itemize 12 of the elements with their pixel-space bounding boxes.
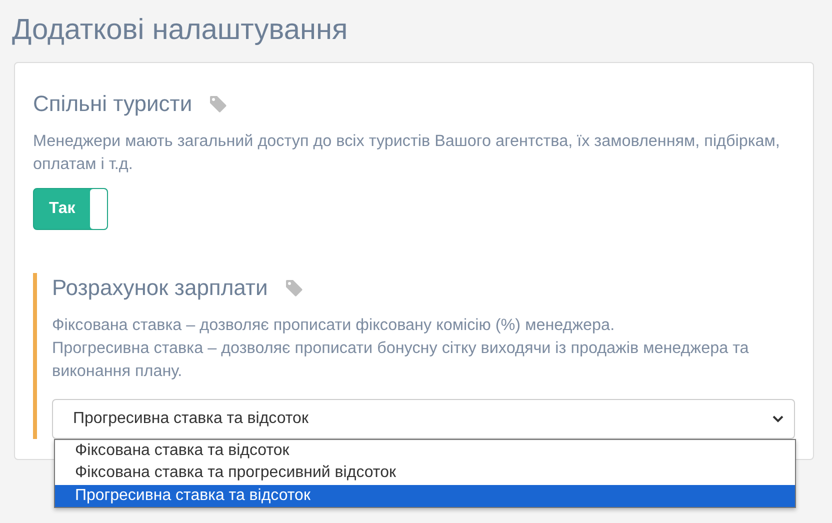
dropdown-option[interactable]: Фіксована ставка та прогресивний відсоток — [55, 462, 795, 485]
description-text: Менеджери мають загальний доступ до всіх туристів Вашого агентства, їх замовленням, підбіркам, оплатам і т.д. — [33, 131, 781, 175]
dropdown-option[interactable]: Фіксована ставка та відсоток — [55, 440, 795, 462]
description-text: Прогресивна ставка – дозволяє прописати бонусну сітку виходячи із продажів менеджера та виконання плану. — [52, 338, 750, 382]
tag-icon — [208, 94, 228, 114]
page-title: Додаткові налаштування — [12, 13, 349, 48]
chevron-down-icon — [772, 415, 784, 423]
description-text: Фіксована ставка – дозволяє прописати фіксовану комісію (%) менеджера. — [52, 315, 616, 336]
tag-icon — [284, 278, 304, 298]
section-title: Розрахунок зарплати — [52, 275, 268, 301]
dropdown-option[interactable]: Прогресивна ставка та відсоток — [55, 484, 795, 507]
section-title: Спільні туристи — [33, 91, 192, 117]
